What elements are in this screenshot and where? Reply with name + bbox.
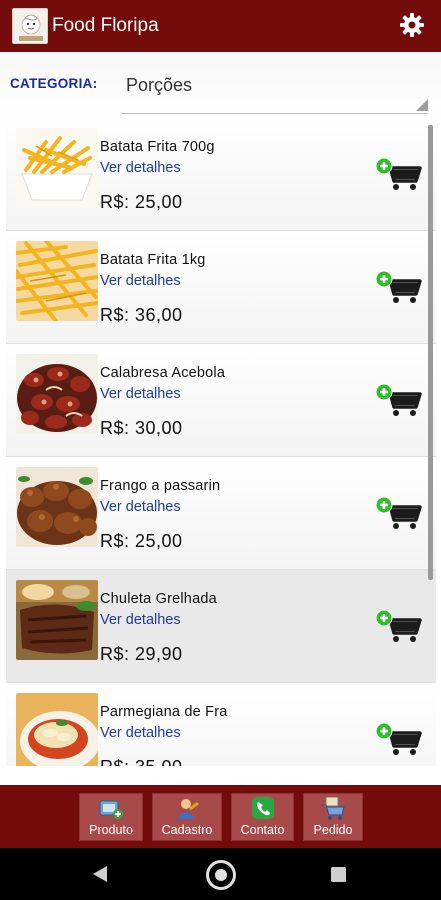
phone-icon xyxy=(250,797,276,821)
product-price: R$: 25,00 xyxy=(100,531,183,551)
add-to-cart-icon[interactable] xyxy=(375,270,422,304)
product-name: Parmegiana de Fra xyxy=(100,704,228,720)
product-item[interactable]: Parmegiana de Fra Ver detalhes R$: 35,00 xyxy=(6,683,436,766)
add-to-cart-icon[interactable] xyxy=(375,496,422,530)
list-scrollbar[interactable] xyxy=(428,125,433,580)
product-price: R$: 25,00 xyxy=(100,192,183,212)
order-cart-icon xyxy=(320,796,346,821)
details-link[interactable]: Ver detalhes xyxy=(100,273,181,289)
back-icon[interactable] xyxy=(93,866,107,882)
bottom-tab-bar: Produto Cadastro Contato Pedido xyxy=(0,785,441,848)
product-image-grilled-chop xyxy=(16,580,98,660)
user-register-icon xyxy=(174,797,200,821)
product-name: Batata Frita 700g xyxy=(100,139,215,155)
product-name: Calabresa Acebola xyxy=(100,365,226,381)
tab-produto[interactable]: Produto xyxy=(79,793,143,841)
tab-contato[interactable]: Contato xyxy=(231,793,294,841)
product-image-fries-plate xyxy=(16,241,98,321)
product-image-fries-basket xyxy=(16,128,98,208)
category-label: CATEGORIA: xyxy=(10,76,98,91)
product-list[interactable]: Batata Frita 700g Ver detalhes R$: 25,00 xyxy=(6,118,436,766)
product-name: Frango a passarin xyxy=(100,478,221,494)
app-bar: Food Floripa xyxy=(0,0,441,52)
details-link[interactable]: Ver detalhes xyxy=(100,725,181,741)
add-to-cart-icon[interactable] xyxy=(375,722,422,756)
category-row: CATEGORIA: Porções xyxy=(0,52,441,118)
add-to-cart-icon[interactable] xyxy=(375,157,422,191)
details-link[interactable]: Ver detalhes xyxy=(100,160,181,176)
restaurant-logo-icon xyxy=(12,8,48,44)
tab-label: Produto xyxy=(89,823,133,837)
system-nav-bar xyxy=(0,848,441,900)
tab-label: Cadastro xyxy=(161,823,213,837)
product-image-sausage-onion xyxy=(16,354,98,434)
category-selected-value: Porções xyxy=(126,75,193,95)
details-link[interactable]: Ver detalhes xyxy=(100,612,181,628)
app-title: Food Floripa xyxy=(52,15,159,36)
product-item[interactable]: Frango a passarin Ver detalhes R$: 25,00 xyxy=(6,457,436,570)
gear-icon[interactable] xyxy=(399,12,425,38)
add-to-cart-icon[interactable] xyxy=(375,609,422,643)
tab-label: Contato xyxy=(240,823,285,837)
dropdown-caret-icon xyxy=(416,99,428,111)
home-icon[interactable] xyxy=(206,860,236,890)
product-price: R$: 35,00 xyxy=(100,757,183,766)
product-price: R$: 30,00 xyxy=(100,418,183,438)
category-select[interactable]: Porções xyxy=(121,60,428,114)
product-image-chicken-parmigiana xyxy=(16,693,98,766)
product-price: R$: 29,90 xyxy=(100,644,183,664)
product-item[interactable]: Batata Frita 1kg Ver detalhes R$: 36,00 xyxy=(6,231,436,344)
product-image-fried-chicken xyxy=(16,467,98,547)
tab-cadastro[interactable]: Cadastro xyxy=(152,793,222,841)
product-item[interactable]: Calabresa Acebola Ver detalhes R$: 30,00 xyxy=(6,344,436,457)
product-icon xyxy=(98,797,124,821)
product-item[interactable]: Chuleta Grelhada Ver detalhes R$: 29,90 xyxy=(6,570,436,683)
details-link[interactable]: Ver detalhes xyxy=(100,499,181,515)
tab-label: Pedido xyxy=(313,823,353,837)
product-name: Batata Frita 1kg xyxy=(100,252,206,268)
tab-pedido[interactable]: Pedido xyxy=(303,793,363,841)
add-to-cart-icon[interactable] xyxy=(375,383,422,417)
recents-icon[interactable] xyxy=(331,867,346,882)
product-item[interactable]: Batata Frita 700g Ver detalhes R$: 25,00 xyxy=(6,118,436,231)
product-price: R$: 36,00 xyxy=(100,305,183,325)
product-name: Chuleta Grelhada xyxy=(100,591,217,607)
details-link[interactable]: Ver detalhes xyxy=(100,386,181,402)
